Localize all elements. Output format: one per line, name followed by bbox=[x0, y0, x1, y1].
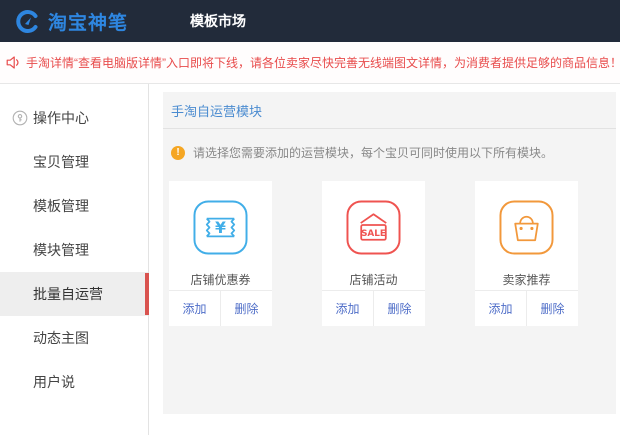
svg-text:¥: ¥ bbox=[215, 218, 226, 237]
content: 操作中心 宝贝管理 模板管理 模块管理 批量自运营 动态主图 用户说 手淘自运营… bbox=[0, 84, 620, 435]
sidebar-item-label: 模板管理 bbox=[33, 196, 89, 216]
self-operation-panel: 手淘自运营模块 请选择您需要添加的运营模块，每个宝贝可同时使用以下所有模块。 ¥ bbox=[163, 92, 616, 414]
delete-button[interactable]: 删除 bbox=[221, 291, 272, 326]
card-actions: 添加 删除 bbox=[475, 290, 578, 326]
card-seller-recommend: 卖家推荐 添加 删除 bbox=[475, 181, 578, 326]
notice-text: 请选择您需要添加的运营模块，每个宝贝可同时使用以下所有模块。 bbox=[193, 144, 553, 161]
sidebar-item-label: 动态主图 bbox=[33, 328, 89, 348]
sidebar-item-label: 宝贝管理 bbox=[33, 152, 89, 172]
add-button[interactable]: 添加 bbox=[322, 291, 374, 326]
coupon-icon: ¥ bbox=[193, 200, 248, 255]
card-body: SALE 店铺活动 bbox=[322, 181, 425, 290]
sidebar-item-label: 用户说 bbox=[33, 372, 75, 392]
active-item-marker bbox=[145, 273, 149, 315]
main-area: 手淘自运营模块 请选择您需要添加的运营模块，每个宝贝可同时使用以下所有模块。 ¥ bbox=[149, 84, 620, 435]
sale-icon: SALE bbox=[346, 200, 401, 255]
module-cards: ¥ 店铺优惠券 添加 删除 bbox=[169, 181, 616, 326]
announcement-text: 手淘详情“查看电脑版详情”入口即将下线，请各位卖家尽快完善无线端图文详情，为消费… bbox=[26, 54, 620, 71]
app-logo-text: 淘宝神笔 bbox=[48, 8, 128, 35]
card-actions: 添加 删除 bbox=[322, 290, 425, 326]
sidebar-item-batch-self-operation[interactable]: 批量自运营 bbox=[0, 272, 148, 316]
delete-button[interactable]: 删除 bbox=[527, 291, 578, 326]
sidebar-item-dynamic-main-image[interactable]: 动态主图 bbox=[0, 316, 148, 360]
card-title: 卖家推荐 bbox=[475, 271, 578, 288]
card-actions: 添加 删除 bbox=[169, 290, 272, 326]
sidebar-item-label: 操作中心 bbox=[33, 108, 89, 128]
speaker-icon bbox=[5, 54, 22, 71]
sidebar-item-module-management[interactable]: 模块管理 bbox=[0, 228, 148, 272]
shopping-bag-icon bbox=[499, 200, 554, 255]
sidebar-item-item-management[interactable]: 宝贝管理 bbox=[0, 140, 148, 184]
sidebar-item-label: 批量自运营 bbox=[33, 284, 103, 304]
sidebar: 操作中心 宝贝管理 模板管理 模块管理 批量自运营 动态主图 用户说 bbox=[0, 84, 149, 435]
notice-row: 请选择您需要添加的运营模块，每个宝贝可同时使用以下所有模块。 bbox=[171, 144, 608, 161]
app-logo-icon bbox=[14, 8, 41, 35]
app-header: 淘宝神笔 模板市场 bbox=[0, 0, 620, 42]
card-store-activity: SALE 店铺活动 添加 删除 bbox=[322, 181, 425, 326]
add-button[interactable]: 添加 bbox=[475, 291, 527, 326]
warning-icon bbox=[171, 146, 185, 160]
card-body: ¥ 店铺优惠券 bbox=[169, 181, 272, 290]
sidebar-item-label: 模块管理 bbox=[33, 240, 89, 260]
operation-center-icon bbox=[12, 110, 28, 126]
card-store-coupon: ¥ 店铺优惠券 添加 删除 bbox=[169, 181, 272, 326]
sidebar-item-user-says[interactable]: 用户说 bbox=[0, 360, 148, 404]
delete-button[interactable]: 删除 bbox=[374, 291, 425, 326]
sidebar-item-template-management[interactable]: 模板管理 bbox=[0, 184, 148, 228]
panel-title: 手淘自运营模块 bbox=[163, 92, 616, 129]
app-logo[interactable]: 淘宝神笔 bbox=[14, 8, 128, 35]
svg-text:SALE: SALE bbox=[361, 229, 386, 239]
card-body: 卖家推荐 bbox=[475, 181, 578, 290]
add-button[interactable]: 添加 bbox=[169, 291, 221, 326]
sidebar-item-operation-center[interactable]: 操作中心 bbox=[0, 96, 148, 140]
nav-item-template-market[interactable]: 模板市场 bbox=[190, 11, 246, 31]
announcement-bar: 手淘详情“查看电脑版详情”入口即将下线，请各位卖家尽快完善无线端图文详情，为消费… bbox=[0, 42, 620, 84]
card-title: 店铺优惠券 bbox=[169, 271, 272, 288]
card-title: 店铺活动 bbox=[322, 271, 425, 288]
